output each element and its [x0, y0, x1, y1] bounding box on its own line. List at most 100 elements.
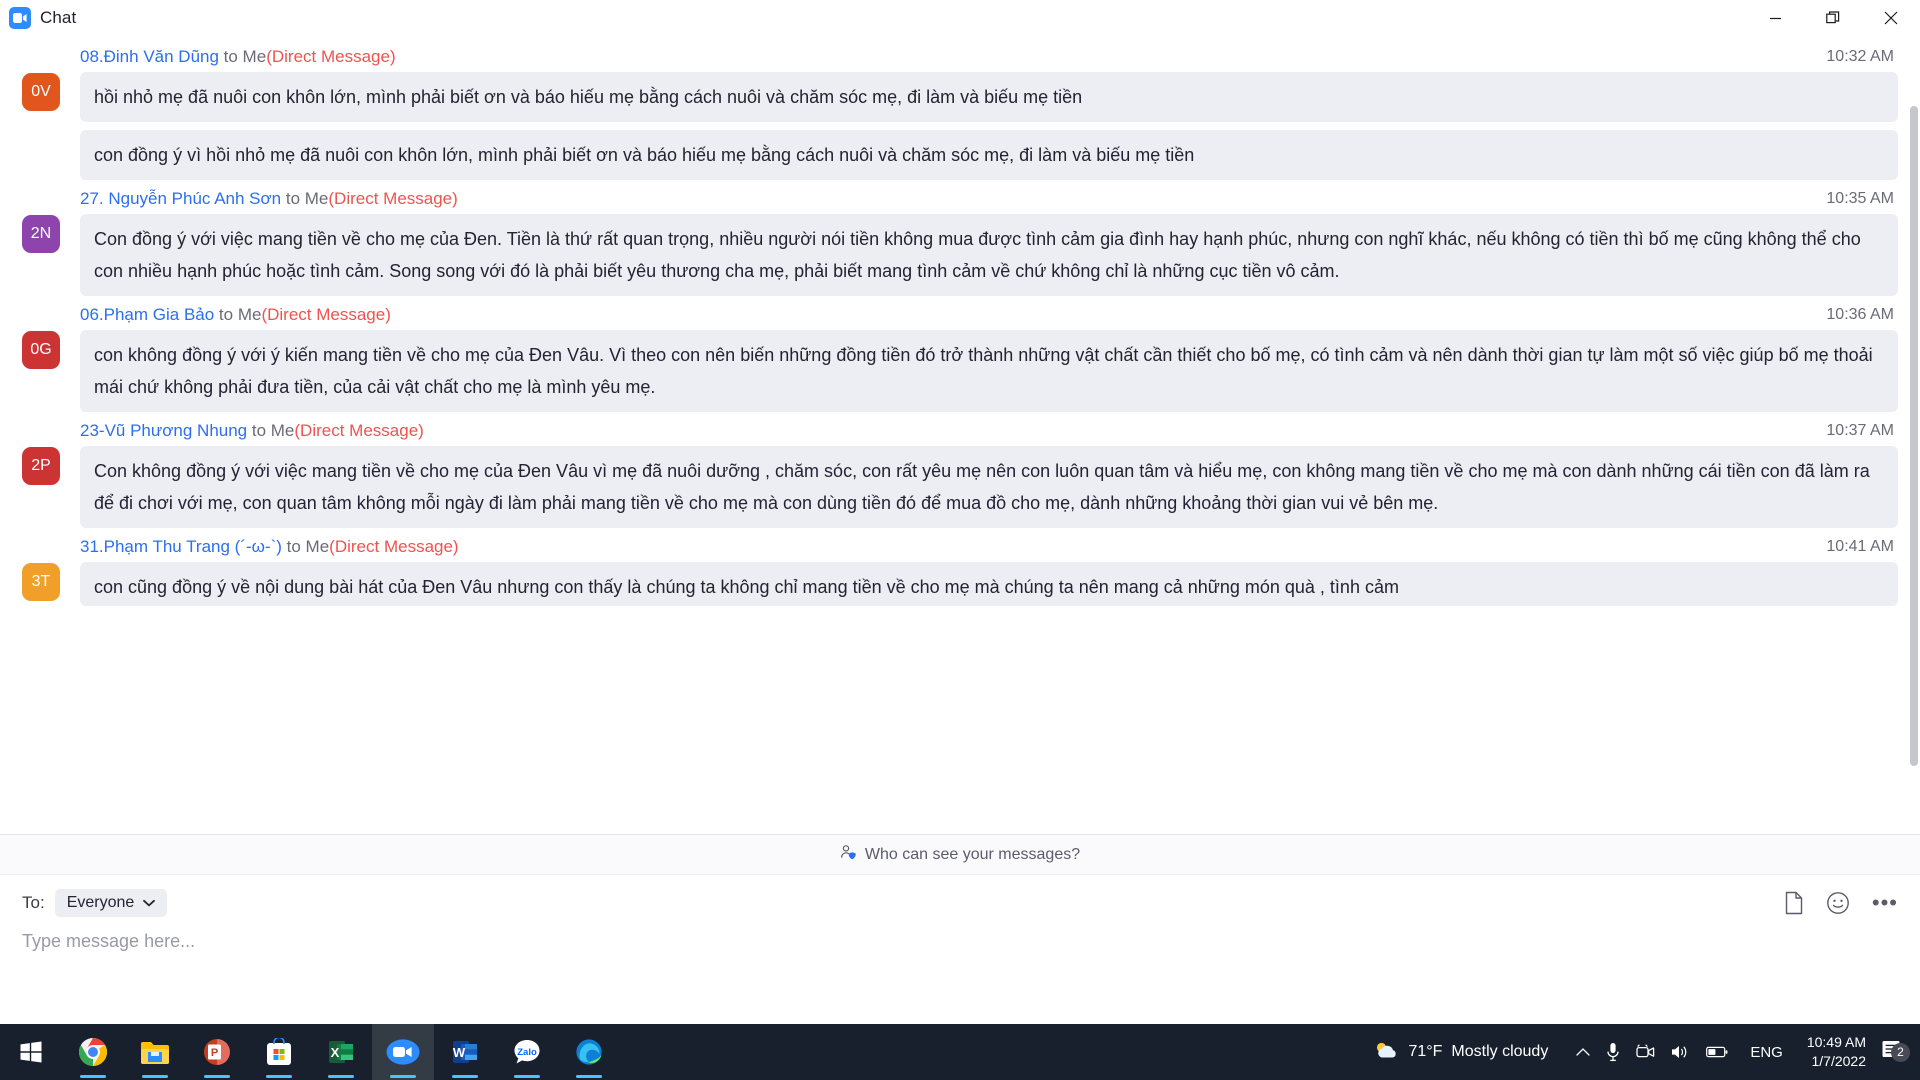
chat-message: 06.Phạm Gia Bảo to Me(Direct Message) 10… — [22, 302, 1898, 412]
chat-message: 27. Nguyễn Phúc Anh Sơn to Me(Direct Mes… — [22, 186, 1898, 296]
camera-icon[interactable] — [1636, 1044, 1655, 1060]
taskbar-excel[interactable]: X — [310, 1024, 372, 1080]
message-dm-tag: (Direct Message) — [266, 47, 395, 66]
chat-message-area[interactable]: 08.Đinh Văn Dũng to Me(Direct Message) 1… — [0, 36, 1920, 834]
message-sender[interactable]: 31.Phạm Thu Trang (´-ω-`) — [80, 537, 282, 556]
message-timestamp: 10:32 AM — [1826, 44, 1894, 70]
message-header: 31.Phạm Thu Trang (´-ω-`) to Me(Direct M… — [80, 534, 1898, 562]
weather-widget[interactable]: 71°F Mostly cloudy — [1359, 1040, 1562, 1065]
message-bubbles: Con không đồng ý với việc mang tiền về c… — [80, 446, 1898, 528]
taskbar-zalo[interactable]: Zalo — [496, 1024, 558, 1080]
message-recipient: to Me — [214, 305, 261, 324]
message-bubbles: hồi nhỏ mẹ đã nuôi con khôn lớn, mình ph… — [80, 72, 1898, 180]
message-bubble[interactable]: Con không đồng ý với việc mang tiền về c… — [80, 446, 1898, 528]
taskbar-zoom[interactable] — [372, 1024, 434, 1080]
recipient-value: Everyone — [67, 894, 135, 912]
taskbar-edge[interactable] — [558, 1024, 620, 1080]
message-recipient: to Me — [281, 189, 328, 208]
clock-time: 10:49 AM — [1807, 1033, 1866, 1052]
language-indicator[interactable]: ENG — [1744, 1044, 1789, 1061]
chevron-up-icon[interactable] — [1576, 1047, 1590, 1057]
weather-temperature: 71°F — [1408, 1043, 1442, 1061]
title-bar: Chat — [0, 0, 1920, 36]
message-bubble[interactable]: con cũng đồng ý về nội dung bài hát của … — [80, 562, 1898, 606]
message-bubble[interactable]: hồi nhỏ mẹ đã nuôi con khôn lớn, mình ph… — [80, 72, 1898, 122]
privacy-notice-label: Who can see your messages? — [865, 846, 1080, 864]
message-header: 08.Đinh Văn Dũng to Me(Direct Message) — [80, 44, 1898, 72]
message-composer: To: Everyone — [0, 874, 1920, 1024]
notification-center-button[interactable]: 2 — [1876, 1039, 1914, 1066]
message-row: 2P Con không đồng ý với việc mang tiền v… — [22, 446, 1898, 528]
partly-cloudy-icon — [1373, 1040, 1399, 1065]
chat-message: 23-Vũ Phương Nhung to Me(Direct Message)… — [22, 418, 1898, 528]
message-bubble[interactable]: Con đồng ý với việc mang tiền về cho mẹ … — [80, 214, 1898, 296]
notification-badge: 2 — [1891, 1043, 1910, 1062]
message-header: 23-Vũ Phương Nhung to Me(Direct Message) — [80, 418, 1898, 446]
window-controls — [1746, 0, 1920, 36]
message-dm-tag: (Direct Message) — [294, 421, 423, 440]
svg-text:Zalo: Zalo — [517, 1047, 537, 1058]
message-sender[interactable]: 27. Nguyễn Phúc Anh Sơn — [80, 189, 281, 208]
recipient-row: To: Everyone — [22, 885, 1898, 921]
close-button[interactable] — [1862, 0, 1920, 36]
weather-condition: Mostly cloudy — [1451, 1043, 1548, 1061]
message-sender[interactable]: 23-Vũ Phương Nhung — [80, 421, 247, 440]
message-header: 06.Phạm Gia Bảo to Me(Direct Message) — [80, 302, 1898, 330]
message-header: 27. Nguyễn Phúc Anh Sơn to Me(Direct Mes… — [80, 186, 1898, 214]
message-timestamp: 10:37 AM — [1826, 418, 1894, 444]
message-recipient: to Me — [282, 537, 329, 556]
more-options-icon[interactable]: ••• — [1872, 898, 1898, 908]
message-bubble[interactable]: con đồng ý vì hồi nhỏ mẹ đã nuôi con khô… — [80, 130, 1898, 180]
message-bubbles: con không đồng ý với ý kiến mang tiền về… — [80, 330, 1898, 412]
message-timestamp: 10:36 AM — [1826, 302, 1894, 328]
taskbar-apps: P X — [0, 1024, 620, 1080]
avatar[interactable]: 3T — [22, 563, 60, 601]
message-dm-tag: (Direct Message) — [261, 305, 390, 324]
restore-button[interactable] — [1804, 0, 1862, 36]
windows-taskbar: P X — [0, 1024, 1920, 1080]
avatar[interactable]: 0G — [22, 331, 60, 369]
message-bubble[interactable]: con không đồng ý với ý kiến mang tiền về… — [80, 330, 1898, 412]
taskbar-powerpoint[interactable]: P — [186, 1024, 248, 1080]
chat-message-list: 08.Đinh Văn Dũng to Me(Direct Message) 1… — [0, 36, 1920, 834]
message-recipient: to Me — [247, 421, 294, 440]
message-timestamp: 10:41 AM — [1826, 534, 1894, 560]
message-sender[interactable]: 08.Đinh Văn Dũng — [80, 47, 219, 66]
message-row: 0V hồi nhỏ mẹ đã nuôi con khôn lớn, mình… — [22, 72, 1898, 180]
zoom-chat-window: Chat — [0, 0, 1920, 1080]
battery-icon[interactable] — [1706, 1046, 1728, 1058]
to-label: To: — [22, 893, 45, 913]
taskbar-clock[interactable]: 10:49 AM 1/7/2022 — [1803, 1033, 1876, 1071]
avatar[interactable]: 0V — [22, 73, 60, 111]
start-button[interactable] — [0, 1024, 62, 1080]
svg-text:W: W — [453, 1045, 466, 1060]
taskbar-word[interactable]: W — [434, 1024, 496, 1080]
message-dm-tag: (Direct Message) — [329, 537, 458, 556]
taskbar-microsoft-store[interactable] — [248, 1024, 310, 1080]
message-row: 0G con không đồng ý với ý kiến mang tiền… — [22, 330, 1898, 412]
message-scrollbar[interactable] — [1910, 106, 1918, 766]
person-shield-icon — [840, 844, 857, 866]
taskbar-file-explorer[interactable] — [124, 1024, 186, 1080]
volume-icon[interactable] — [1671, 1044, 1690, 1060]
title-bar-left: Chat — [0, 7, 76, 29]
message-timestamp: 10:35 AM — [1826, 186, 1894, 212]
message-input[interactable]: Type message here... — [22, 931, 1898, 952]
recipient-dropdown[interactable]: Everyone — [55, 889, 168, 917]
emoji-smiley-icon[interactable] — [1826, 891, 1850, 915]
composer-actions: ••• — [1784, 891, 1898, 915]
chat-message: 31.Phạm Thu Trang (´-ω-`) to Me(Direct M… — [22, 534, 1898, 606]
taskbar-chrome[interactable] — [62, 1024, 124, 1080]
avatar[interactable]: 2P — [22, 447, 60, 485]
message-sender[interactable]: 06.Phạm Gia Bảo — [80, 305, 214, 324]
message-bubbles: con cũng đồng ý về nội dung bài hát của … — [80, 562, 1898, 606]
microphone-icon[interactable] — [1606, 1042, 1620, 1062]
chevron-down-icon — [143, 894, 155, 912]
avatar[interactable]: 2N — [22, 215, 60, 253]
svg-text:X: X — [331, 1045, 340, 1060]
system-tray-icons: ENG — [1562, 1042, 1803, 1062]
message-bubbles: Con đồng ý với việc mang tiền về cho mẹ … — [80, 214, 1898, 296]
file-icon[interactable] — [1784, 891, 1804, 915]
privacy-notice-bar[interactable]: Who can see your messages? — [0, 834, 1920, 874]
minimize-button[interactable] — [1746, 0, 1804, 36]
